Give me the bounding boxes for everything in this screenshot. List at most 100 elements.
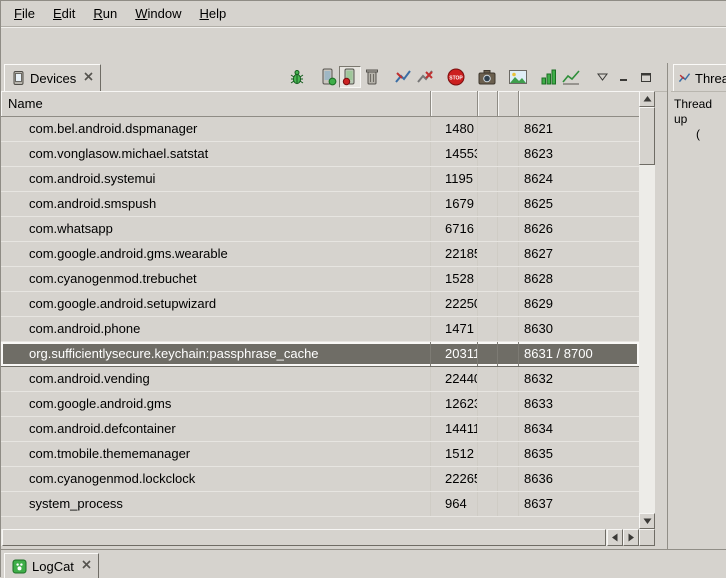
table-row[interactable]: com.vonglasow.michael.satstat145538623 bbox=[1, 142, 639, 167]
debug-process-icon bbox=[288, 68, 306, 86]
tab-logcat-label: LogCat bbox=[32, 559, 74, 574]
update-threads-icon bbox=[394, 69, 412, 85]
device-icon bbox=[12, 71, 25, 85]
menu-item-edit[interactable]: Edit bbox=[44, 3, 84, 24]
horizontal-scroll-thumb[interactable] bbox=[2, 529, 606, 546]
maximize-button[interactable] bbox=[635, 66, 657, 88]
logcat-icon bbox=[12, 559, 27, 574]
process-name-cell: com.tmobile.thememanager bbox=[1, 442, 431, 466]
empty-cell bbox=[498, 417, 519, 441]
minimize-button[interactable] bbox=[613, 66, 635, 88]
menu-item-window[interactable]: Window bbox=[126, 3, 190, 24]
scroll-right-button[interactable] bbox=[623, 529, 639, 546]
dump-hprof-button[interactable] bbox=[339, 66, 361, 88]
tab-threads[interactable]: Threads bbox=[673, 64, 726, 91]
table-row[interactable]: com.android.vending224408632 bbox=[1, 367, 639, 392]
scrollbar-corner bbox=[639, 529, 655, 546]
table-row[interactable]: system_process9648637 bbox=[1, 492, 639, 517]
close-icon[interactable] bbox=[82, 560, 91, 572]
menu-item-help[interactable]: Help bbox=[190, 3, 235, 24]
close-icon[interactable] bbox=[84, 72, 93, 84]
process-name-cell: com.google.android.gms.wearable bbox=[1, 242, 431, 266]
empty-cell bbox=[498, 292, 519, 316]
process-pid-cell: 14553 bbox=[431, 142, 478, 166]
process-name-cell: com.cyanogenmod.trebuchet bbox=[1, 267, 431, 291]
column-header-pid[interactable] bbox=[431, 91, 478, 117]
view-menu-button[interactable] bbox=[591, 66, 613, 88]
sysinfo-button[interactable] bbox=[538, 66, 560, 88]
empty-cell bbox=[478, 342, 498, 366]
table-row[interactable]: com.android.defcontainer144118634 bbox=[1, 417, 639, 442]
empty-cell bbox=[498, 467, 519, 491]
column-header-a[interactable] bbox=[478, 91, 498, 117]
arrow-up-icon bbox=[643, 95, 652, 103]
table-row[interactable]: org.sufficientlysecure.keychain:passphra… bbox=[1, 342, 639, 367]
menu-item-file[interactable]: File bbox=[5, 3, 44, 24]
column-header-b[interactable] bbox=[498, 91, 519, 117]
process-pid-cell: 12623 bbox=[431, 392, 478, 416]
table-header[interactable]: Name bbox=[1, 91, 639, 117]
vertical-scroll-thumb[interactable] bbox=[639, 107, 655, 165]
column-header-name[interactable]: Name bbox=[1, 91, 431, 117]
column-header-port[interactable] bbox=[519, 91, 639, 117]
empty-cell bbox=[498, 317, 519, 341]
dump-view-hierarchy-button[interactable] bbox=[507, 66, 529, 88]
process-pid-cell: 1195 bbox=[431, 167, 478, 191]
devices-toolbar: STOP bbox=[286, 65, 657, 89]
table-row[interactable]: com.bel.android.dspmanager14808621 bbox=[1, 117, 639, 142]
table-row[interactable]: com.android.systemui11958624 bbox=[1, 167, 639, 192]
table-row[interactable]: com.google.android.gms.wearable221858627 bbox=[1, 242, 639, 267]
start-method-profiling-button[interactable] bbox=[414, 66, 436, 88]
threads-message-line2: ( bbox=[674, 127, 726, 142]
process-pid-cell: 1471 bbox=[431, 317, 478, 341]
devices-view: Devices STOP Name com.bel.android.dspman… bbox=[1, 63, 667, 549]
network-stats-button[interactable] bbox=[560, 66, 582, 88]
empty-cell bbox=[478, 242, 498, 266]
table-row[interactable]: com.android.smspush16798625 bbox=[1, 192, 639, 217]
arrow-left-icon bbox=[611, 533, 619, 542]
scroll-up-button[interactable] bbox=[639, 91, 655, 107]
process-pid-cell: 1528 bbox=[431, 267, 478, 291]
threads-icon bbox=[678, 72, 691, 84]
debug-process-button[interactable] bbox=[286, 66, 308, 88]
process-port-cell: 8633 bbox=[519, 392, 639, 416]
table-row[interactable]: com.google.android.setupwizard222508629 bbox=[1, 292, 639, 317]
scroll-left-button[interactable] bbox=[607, 529, 623, 546]
menu-item-run[interactable]: Run bbox=[84, 3, 126, 24]
update-heap-button[interactable] bbox=[317, 66, 339, 88]
update-threads-button[interactable] bbox=[392, 66, 414, 88]
devices-tabbar: Devices STOP bbox=[1, 63, 667, 92]
process-name-cell: com.vonglasow.michael.satstat bbox=[1, 142, 431, 166]
process-pid-cell: 22185 bbox=[431, 242, 478, 266]
vertical-scrollbar[interactable] bbox=[639, 91, 655, 529]
empty-cell bbox=[498, 242, 519, 266]
empty-cell bbox=[478, 492, 498, 516]
stop-process-button[interactable]: STOP bbox=[445, 66, 467, 88]
process-port-cell: 8631 / 8700 bbox=[519, 342, 639, 366]
table-row[interactable]: com.whatsapp67168626 bbox=[1, 217, 639, 242]
screen-capture-icon bbox=[478, 70, 496, 85]
table-row[interactable]: com.cyanogenmod.trebuchet15288628 bbox=[1, 267, 639, 292]
table-row[interactable]: com.google.android.gms126238633 bbox=[1, 392, 639, 417]
screen-capture-button[interactable] bbox=[476, 66, 498, 88]
horizontal-scrollbar[interactable] bbox=[1, 529, 655, 546]
table-row[interactable]: com.tmobile.thememanager15128635 bbox=[1, 442, 639, 467]
process-pid-cell: 964 bbox=[431, 492, 478, 516]
empty-cell bbox=[478, 467, 498, 491]
process-name-cell: com.android.vending bbox=[1, 367, 431, 391]
empty-cell bbox=[478, 442, 498, 466]
tab-devices[interactable]: Devices bbox=[4, 64, 101, 91]
scroll-down-button[interactable] bbox=[639, 513, 655, 529]
update-heap-icon bbox=[320, 68, 337, 86]
table-row[interactable]: com.android.phone14718630 bbox=[1, 317, 639, 342]
table-row[interactable]: com.cyanogenmod.lockclock222658636 bbox=[1, 467, 639, 492]
cause-gc-button[interactable] bbox=[361, 66, 383, 88]
tab-logcat[interactable]: LogCat bbox=[4, 553, 99, 578]
empty-cell bbox=[478, 217, 498, 241]
svg-text:STOP: STOP bbox=[449, 75, 463, 81]
cause-gc-icon bbox=[364, 68, 380, 86]
arrow-down-icon bbox=[643, 517, 652, 525]
dump-hprof-icon bbox=[342, 68, 359, 86]
process-pid-cell: 14411 bbox=[431, 417, 478, 441]
dump-view-hierarchy-icon bbox=[509, 70, 527, 84]
